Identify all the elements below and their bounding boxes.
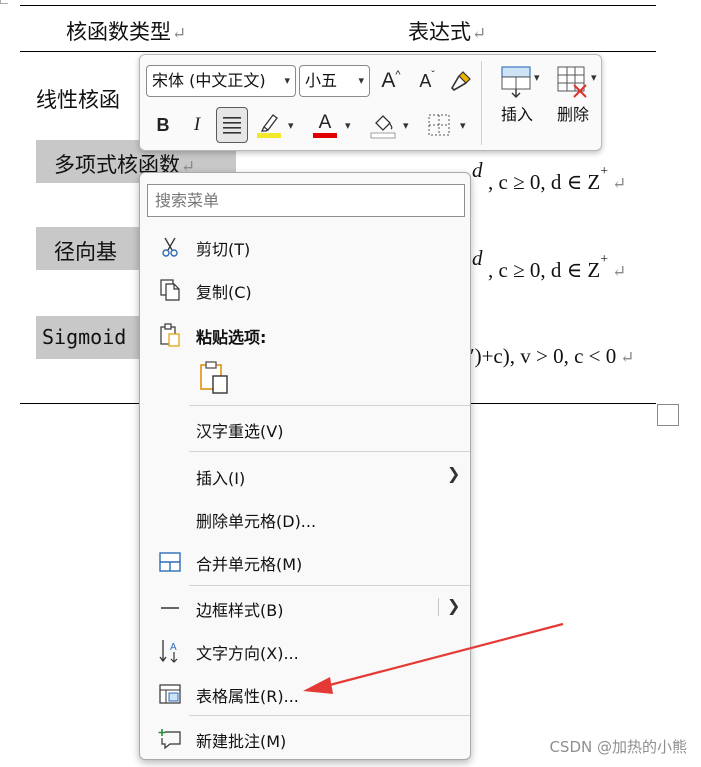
annotation-arrow — [303, 622, 564, 694]
watermark: CSDN @加热的小熊 — [549, 738, 687, 756]
